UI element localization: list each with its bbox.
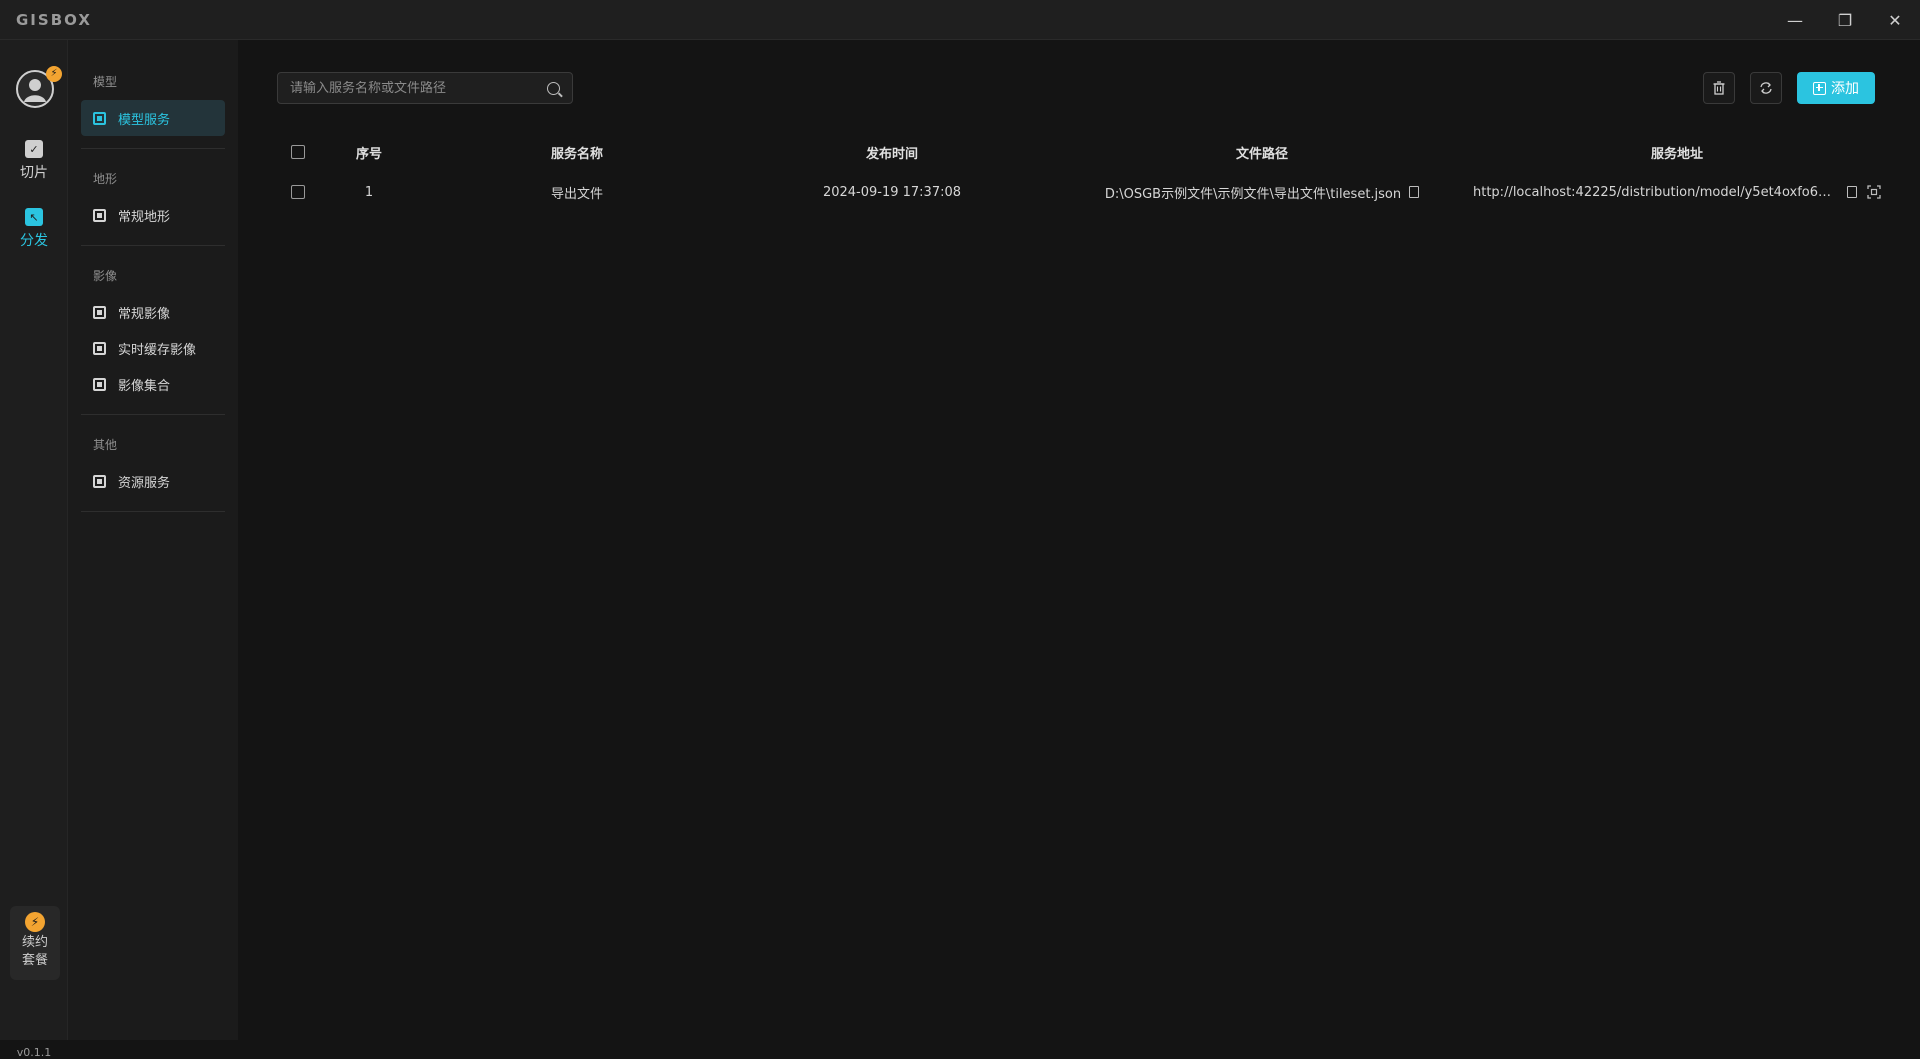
search-input[interactable] [290,80,547,96]
icon-rail: ⚡ ✓ 切片 ↖ 分发 ⚡ 续约 套餐 v0.1.1 [0,40,68,1059]
cell-path: D:\OSGB示例文件\示例文件\导出文件\tileset.json [1097,172,1427,212]
header-checkbox-cell [291,132,305,172]
title-bar: GISBOX — ❐ ✕ [0,0,1920,40]
sidebar-item-label: 常规影像 [118,306,171,322]
rail-item-slice[interactable]: ✓ 切片 [0,140,68,182]
table-header-row: 序号 服务名称 发布时间 文件路径 服务地址 [277,132,1877,172]
avatar[interactable]: ⚡ [16,66,62,108]
sidebar-item-label: 常规地形 [118,209,171,225]
app-logo: GISBOX [16,10,92,29]
column-header-index: 序号 [355,146,382,162]
column-header-url: 服务地址 [1650,146,1703,162]
resource-service-icon [93,474,106,488]
row-checkbox-cell [291,172,305,212]
renew-label-line2: 套餐 [21,953,48,968]
search-icon[interactable] [547,81,560,95]
add-button-label: 添加 [1831,81,1859,97]
select-all-checkbox[interactable] [291,145,305,159]
distribute-icon: ↖ [25,208,43,226]
column-header-time: 发布时间 [865,146,918,162]
window-controls: — ❐ ✕ [1770,0,1920,40]
imagery-icon [93,305,106,319]
renew-plan-button[interactable]: ⚡ 续约 套餐 [10,906,60,980]
cell-url: http://localhost:42225/distribution/mode… [1467,172,1887,212]
maximize-button[interactable]: ❐ [1820,0,1870,40]
menu-divider [81,148,225,149]
rail-item-slice-label: 切片 [20,165,48,181]
add-icon [1813,81,1826,95]
realtime-imagery-icon [93,341,106,355]
column-header-path: 文件路径 [1235,146,1288,162]
version-label: v0.1.1 [16,1046,52,1059]
copy-icon[interactable] [1847,186,1857,198]
menu-divider [81,414,225,415]
sidebar-item-label: 实时缓存影像 [118,342,197,358]
cell-url-text: http://localhost:42225/distribution/mode… [1473,184,1839,200]
renew-label-line1: 续约 [21,935,48,950]
service-table: 序号 服务名称 发布时间 文件路径 服务地址 1 导出文件 2024-09-19… [277,132,1881,212]
refresh-icon [1760,82,1772,94]
rail-item-distribute[interactable]: ↖ 分发 [0,208,68,250]
sidebar-item-resource-service[interactable]: 资源服务 [81,463,225,499]
sidebar-item-label: 模型服务 [118,112,171,128]
sidebar-item-imagery-collection[interactable]: 影像集合 [81,366,225,402]
open-file-icon[interactable] [1409,186,1420,198]
minimize-button[interactable]: — [1770,0,1820,40]
terrain-icon [93,208,106,222]
menu-divider [81,511,225,512]
delete-button[interactable] [1703,72,1735,104]
sidebar-menu: 模型 模型服务 地形 常规地形 影像 常规影像 实时缓存影像 影像集合 其他 资… [68,40,238,1040]
model-service-icon [93,111,106,125]
close-button[interactable]: ✕ [1870,0,1920,40]
column-header-name: 服务名称 [550,146,603,162]
table-row[interactable]: 1 导出文件 2024-09-19 17:37:08 D:\OSGB示例文件\示… [277,172,1881,212]
cell-time: 2024-09-19 17:37:08 [822,184,962,200]
cell-path-text: D:\OSGB示例文件\示例文件\导出文件\tileset.json [1104,186,1402,202]
cell-name: 导出文件 [550,186,603,202]
sidebar-item-model-service[interactable]: 模型服务 [81,100,225,136]
qr-scan-icon[interactable] [1867,185,1881,199]
slice-icon: ✓ [25,140,43,158]
rail-item-distribute-label: 分发 [20,233,48,249]
search-box [277,72,573,104]
cell-index: 1 [364,184,374,200]
lightning-icon: ⚡ [25,912,45,932]
refresh-button[interactable] [1750,72,1782,104]
imagery-collection-icon [93,377,106,391]
menu-group-model: 模型 [93,75,118,89]
add-button[interactable]: 添加 [1797,72,1875,104]
trash-icon [1713,81,1725,95]
row-checkbox[interactable] [291,185,305,199]
menu-group-imagery: 影像 [93,269,118,283]
menu-divider [81,245,225,246]
sidebar-item-realtime-cache-imagery[interactable]: 实时缓存影像 [81,330,225,366]
menu-group-other: 其他 [93,438,118,452]
menu-group-terrain: 地形 [93,172,118,186]
main-content: 添加 序号 服务名称 发布时间 文件路径 服务地址 1 导出文件 2024-09… [238,40,1920,1040]
sidebar-item-label: 资源服务 [118,475,171,491]
sidebar-item-terrain[interactable]: 常规地形 [81,197,225,233]
sidebar-item-imagery[interactable]: 常规影像 [81,294,225,330]
lightning-badge-icon: ⚡ [46,66,62,82]
sidebar-item-label: 影像集合 [118,378,171,394]
